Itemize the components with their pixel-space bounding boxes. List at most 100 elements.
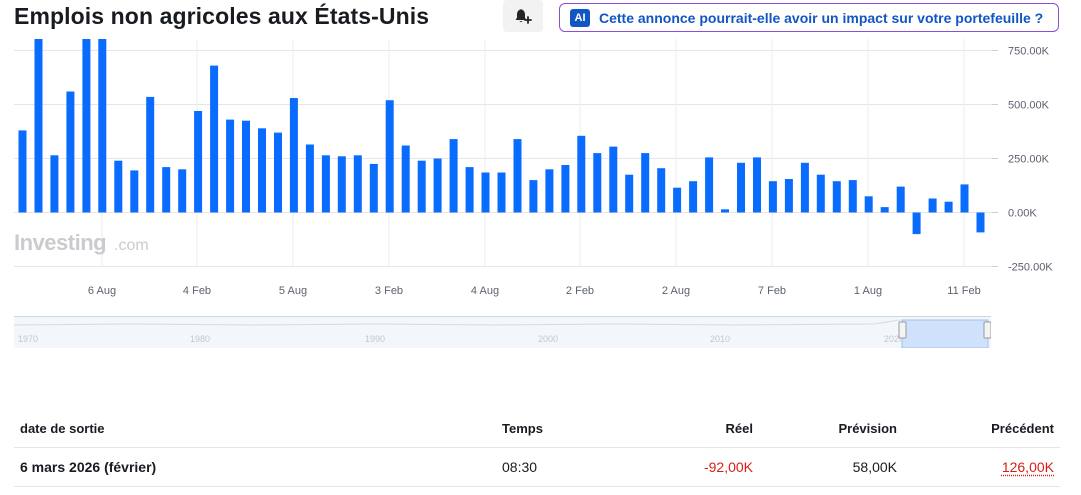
y-tick-label: 750.00K — [1008, 46, 1050, 58]
bar[interactable] — [545, 169, 554, 213]
x-tick-label: 4 Feb — [183, 285, 211, 297]
bar[interactable] — [753, 157, 761, 213]
bar-chart: 750.00K 500.00K 250.00K 0.00K -250.00K 6 Aug 4… — [14, 39, 1053, 297]
navigator-left-handle[interactable] — [898, 321, 907, 339]
bar[interactable] — [529, 180, 538, 213]
x-tick-label: 4 Aug — [471, 285, 499, 297]
navigator-year-label: 2010 — [710, 334, 730, 344]
y-tick-label: 500.00K — [1008, 100, 1050, 112]
bar[interactable] — [289, 98, 298, 213]
chart-area: 750.00K 500.00K 250.00K 0.00K -250.00K 6 Aug 4… — [0, 36, 1081, 306]
bar[interactable] — [98, 39, 107, 213]
ai-portfolio-impact-button[interactable]: AI Cette annonce pourrait-elle avoir un … — [559, 3, 1059, 32]
x-tick-label: 3 Feb — [375, 285, 403, 297]
bar[interactable] — [433, 158, 442, 213]
header-actual: Réel — [725, 421, 753, 436]
bar[interactable] — [976, 212, 985, 233]
bar[interactable] — [944, 201, 953, 213]
bar[interactable] — [513, 139, 522, 213]
y-tick-label: 0.00K — [1008, 208, 1037, 220]
bar[interactable] — [721, 209, 729, 213]
bar[interactable] — [912, 212, 921, 235]
chart-navigator[interactable]: 1970 1980 1990 2000 2010 2020 — [14, 316, 991, 348]
bar[interactable] — [258, 128, 266, 213]
bar[interactable] — [561, 165, 570, 213]
bar[interactable] — [449, 139, 458, 213]
x-tick-label: 7 Feb — [758, 285, 786, 297]
bar[interactable] — [146, 96, 155, 213]
bar[interactable] — [641, 153, 650, 213]
bar[interactable] — [864, 196, 873, 213]
watermark-suffix: .com — [114, 237, 149, 254]
x-tick-label: 6 Aug — [88, 285, 116, 297]
create-alert-button[interactable] — [503, 0, 543, 32]
header-previous: Précédent — [991, 421, 1054, 436]
header-date: date de sortie — [20, 421, 105, 436]
bar[interactable] — [593, 153, 602, 213]
row-date: 6 mars 2026 (février) — [20, 459, 157, 475]
bar[interactable] — [465, 167, 474, 213]
bar[interactable] — [114, 160, 123, 213]
bar[interactable] — [848, 180, 857, 213]
table-row: 6 mars 2026 (février) 08:30 -92,00K 58,0… — [14, 448, 1060, 487]
bar[interactable] — [82, 39, 91, 213]
navigator-year-label: 1970 — [18, 334, 38, 344]
navigator-background — [14, 316, 991, 348]
navigator-selection[interactable] — [901, 319, 989, 348]
bar[interactable] — [130, 170, 139, 213]
bar[interactable] — [274, 132, 282, 213]
ai-badge-icon: AI — [570, 8, 590, 27]
bell-plus-icon — [515, 9, 532, 24]
bar[interactable] — [481, 172, 490, 213]
bar[interactable] — [50, 155, 59, 213]
bar[interactable] — [66, 91, 75, 213]
x-tick-label: 5 Aug — [279, 285, 307, 297]
bar[interactable] — [385, 100, 394, 213]
header-forecast: Prévision — [838, 421, 897, 436]
bar[interactable] — [880, 207, 889, 213]
bar[interactable] — [816, 174, 825, 213]
bar[interactable] — [401, 145, 410, 213]
bar[interactable] — [657, 168, 666, 213]
bar[interactable] — [609, 146, 618, 213]
bar[interactable] — [928, 198, 937, 213]
y-tick-label: -250.00K — [1008, 262, 1053, 274]
bar[interactable] — [242, 120, 250, 213]
bar[interactable] — [497, 172, 506, 213]
navigator-year-label: 1990 — [365, 334, 385, 344]
bar[interactable] — [337, 156, 346, 213]
bar[interactable] — [832, 181, 841, 213]
bar[interactable] — [784, 179, 793, 213]
bar[interactable] — [369, 163, 378, 213]
bar[interactable] — [768, 181, 777, 213]
bar[interactable] — [194, 111, 203, 213]
x-tick-label: 1 Aug — [854, 285, 882, 297]
bar[interactable] — [800, 162, 809, 213]
bar[interactable] — [178, 169, 187, 213]
bar[interactable] — [625, 174, 634, 213]
bar[interactable] — [737, 162, 745, 213]
bar[interactable] — [321, 155, 330, 213]
bar[interactable] — [960, 184, 969, 213]
bar[interactable] — [162, 167, 171, 213]
bar[interactable] — [34, 39, 43, 213]
bar[interactable] — [417, 160, 426, 213]
bar[interactable] — [705, 157, 714, 213]
row-previous-link[interactable]: 126,00K — [1002, 448, 1054, 486]
navigator-right-handle[interactable] — [983, 321, 991, 339]
bar[interactable] — [305, 144, 314, 213]
ai-prompt-label: Cette annonce pourrait-elle avoir un imp… — [599, 9, 1044, 26]
page-title: Emplois non agricoles aux États-Unis — [14, 3, 430, 29]
table-header: date de sortie Temps Réel Prévision Préc… — [14, 410, 1060, 448]
bar[interactable] — [18, 130, 27, 213]
x-tick-label: 2 Aug — [662, 285, 690, 297]
header-time: Temps — [502, 421, 543, 436]
navigator-year-label: 1980 — [190, 334, 210, 344]
bar[interactable] — [210, 65, 219, 213]
bar[interactable] — [896, 186, 905, 213]
bar[interactable] — [577, 135, 586, 213]
bar[interactable] — [673, 187, 682, 213]
bar[interactable] — [226, 119, 235, 213]
bar[interactable] — [689, 181, 698, 213]
bar[interactable] — [353, 155, 362, 213]
